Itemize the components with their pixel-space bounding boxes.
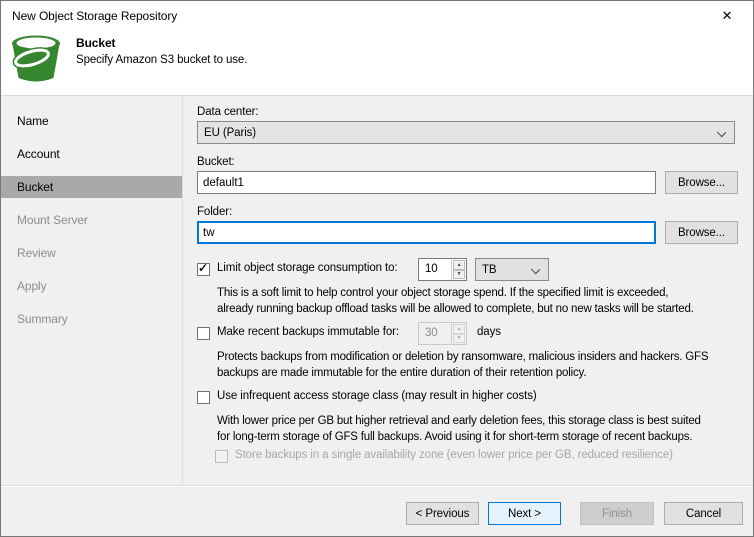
bucket-input[interactable] bbox=[197, 171, 656, 194]
spinner-down-icon[interactable]: ▼ bbox=[453, 269, 465, 279]
page-subtitle: Specify Amazon S3 bucket to use. bbox=[76, 54, 248, 66]
step-summary: Summary bbox=[17, 312, 68, 326]
step-bucket: Bucket bbox=[1, 176, 182, 198]
folder-label: Folder: bbox=[197, 206, 233, 218]
step-account: Account bbox=[17, 147, 60, 161]
data-center-select[interactable]: EU (Paris) bbox=[197, 121, 735, 144]
limit-amount-spinner[interactable]: 10 ▲ ▼ bbox=[418, 258, 467, 281]
cancel-button[interactable]: Cancel bbox=[664, 502, 743, 525]
step-mount-server: Mount Server bbox=[17, 213, 88, 227]
infrequent-access-checkbox[interactable] bbox=[197, 391, 210, 404]
chevron-down-icon bbox=[716, 127, 727, 138]
data-center-value: EU (Paris) bbox=[204, 126, 257, 139]
wizard-header: Bucket Specify Amazon S3 bucket to use. bbox=[1, 31, 753, 96]
limit-unit-value: TB bbox=[482, 263, 497, 276]
limit-amount-value: 10 bbox=[425, 263, 438, 275]
immutable-days-suffix: days bbox=[477, 326, 501, 338]
new-object-storage-repository-dialog: New Object Storage Repository ✕ Bucket S… bbox=[0, 0, 754, 537]
finish-button: Finish bbox=[580, 502, 654, 525]
wizard-footer: < Previous Next > Finish Cancel bbox=[1, 485, 753, 536]
next-button[interactable]: Next > bbox=[488, 502, 561, 525]
bucket-browse-button[interactable]: Browse... bbox=[665, 171, 738, 194]
limit-consumption-label: Limit object storage consumption to: bbox=[217, 262, 398, 274]
data-center-label: Data center: bbox=[197, 106, 259, 118]
page-title: Bucket bbox=[76, 36, 116, 50]
immutable-description: Protects backups from modification or de… bbox=[217, 351, 709, 379]
immutable-checkbox[interactable] bbox=[197, 327, 210, 340]
chevron-down-icon bbox=[530, 264, 541, 275]
close-icon[interactable]: ✕ bbox=[711, 5, 743, 27]
step-review: Review bbox=[17, 246, 56, 260]
immutable-label: Make recent backups immutable for: bbox=[217, 326, 399, 338]
single-zone-label: Store backups in a single availability z… bbox=[235, 449, 673, 461]
previous-button[interactable]: < Previous bbox=[406, 502, 479, 525]
wizard-steps-sidebar: Name Account Bucket Mount Server Review … bbox=[1, 96, 183, 486]
limit-consumption-checkbox[interactable]: ✓ bbox=[197, 261, 210, 276]
spinner-up-icon: ▲ bbox=[453, 324, 465, 334]
window-title: New Object Storage Repository bbox=[12, 9, 178, 23]
folder-input[interactable] bbox=[197, 221, 656, 244]
step-apply: Apply bbox=[17, 279, 47, 293]
infrequent-access-description: With lower price per GB but higher retri… bbox=[217, 415, 701, 443]
immutable-days-value: 30 bbox=[425, 327, 438, 339]
limit-unit-select[interactable]: TB bbox=[475, 258, 549, 281]
limit-description: This is a soft limit to help control you… bbox=[217, 287, 694, 315]
bucket-label: Bucket: bbox=[197, 156, 235, 168]
wizard-body: Name Account Bucket Mount Server Review … bbox=[1, 96, 753, 486]
folder-browse-button[interactable]: Browse... bbox=[665, 221, 738, 244]
infrequent-access-label: Use infrequent access storage class (may… bbox=[217, 390, 537, 402]
immutable-days-spinner: 30 ▲ ▼ bbox=[418, 322, 467, 345]
bucket-icon bbox=[9, 33, 63, 88]
spinner-down-icon: ▼ bbox=[453, 333, 465, 343]
step-name: Name bbox=[17, 114, 49, 128]
title-bar: New Object Storage Repository ✕ bbox=[1, 1, 753, 31]
single-zone-checkbox bbox=[215, 450, 228, 463]
spinner-up-icon[interactable]: ▲ bbox=[453, 260, 465, 270]
check-icon: ✓ bbox=[198, 261, 208, 275]
